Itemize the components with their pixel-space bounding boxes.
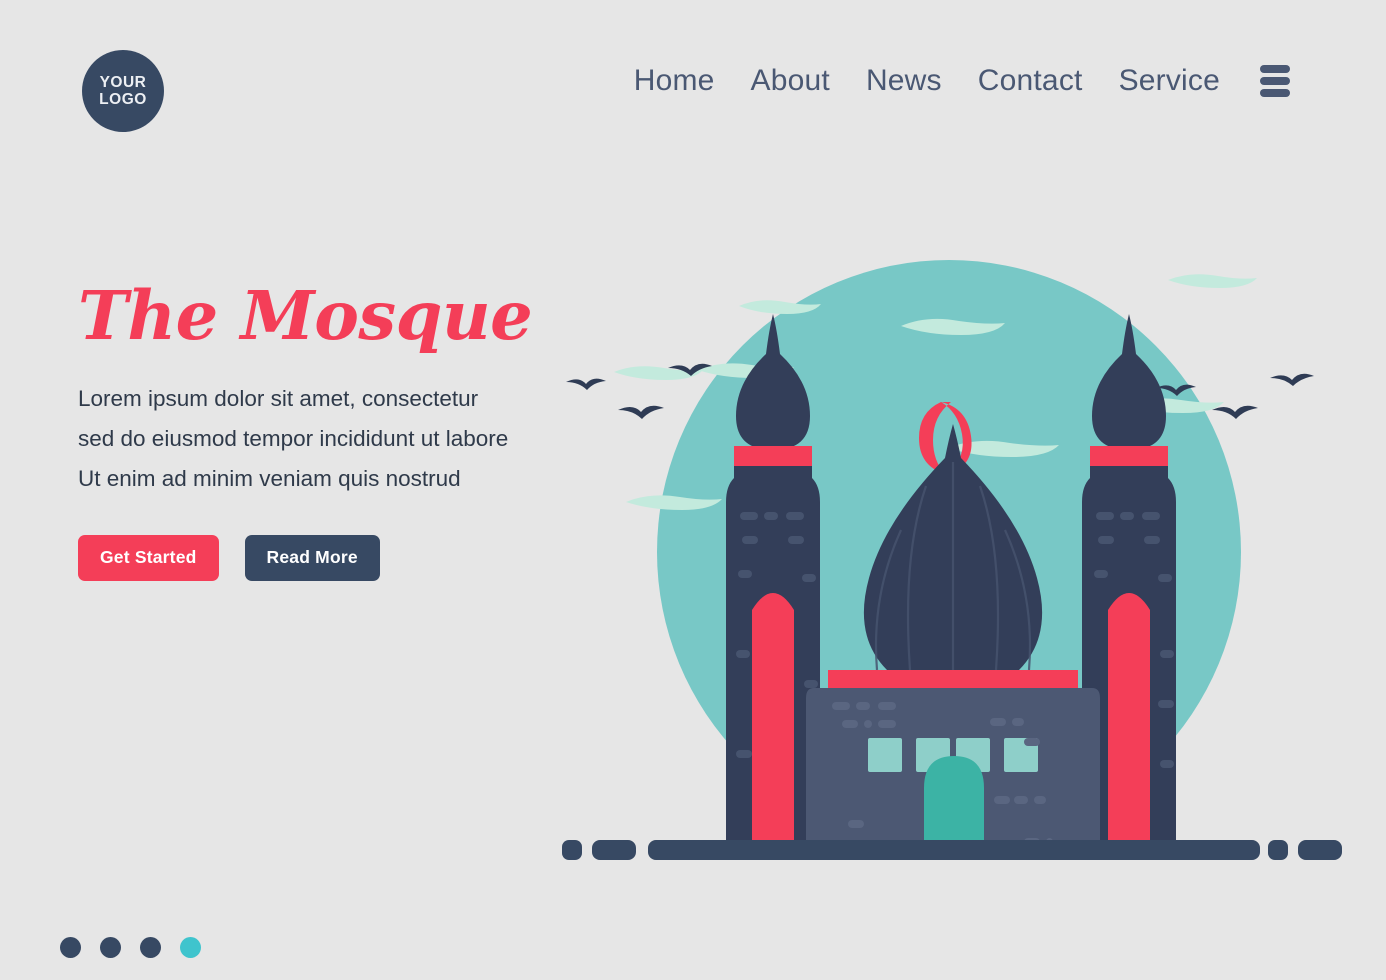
hero-description-line-1: Lorem ipsum dolor sit amet, consectetur [78,386,479,411]
site-header: YOUR LOGO Home About News Contact Servic… [0,0,1386,180]
mosque-building [806,670,1100,850]
hero-section: The Mosque Lorem ipsum dolor sit amet, c… [78,282,618,581]
hamburger-bar-3 [1260,89,1290,97]
ground-main-bar [648,840,1260,860]
read-more-button[interactable]: Read More [244,535,380,581]
left-minaret-arch [752,593,794,840]
mosque-illustration [556,230,1346,860]
left-minaret-band [734,446,812,466]
cloud-8 [1168,274,1257,288]
landing-page: YOUR LOGO Home About News Contact Servic… [0,0,1386,980]
bird-2 [618,405,664,419]
bird-6 [1270,373,1314,386]
nav-item-service[interactable]: Service [1119,64,1220,98]
ground-line [562,840,1342,860]
bird-1 [566,378,606,390]
pagination-dot-3[interactable] [140,937,161,958]
hero-description: Lorem ipsum dolor sit amet, consectetur … [78,379,618,499]
window-1 [868,738,902,772]
carousel-pagination [60,937,201,958]
logo-line-2: LOGO [99,91,147,108]
ground-dot-right [1268,840,1288,860]
building-top-band [828,670,1078,688]
nav-item-about[interactable]: About [751,64,830,98]
ground-dash-left [592,840,636,860]
left-minaret [726,314,820,840]
ground-dash-right [1298,840,1342,860]
pagination-dot-1[interactable] [60,937,81,958]
right-minaret-arch [1108,593,1150,840]
get-started-button[interactable]: Get Started [78,535,219,581]
arched-door [924,756,984,850]
right-minaret-band [1090,446,1168,466]
main-navigation: Home About News Contact Service [634,64,1290,98]
ground-dot-left [562,840,582,860]
hamburger-bar-2 [1260,77,1290,85]
logo-line-1: YOUR [99,73,147,91]
nav-item-news[interactable]: News [866,64,942,98]
hamburger-bar-1 [1260,65,1290,73]
logo[interactable]: YOUR LOGO [82,50,164,132]
hero-description-line-3: Ut enim ad minim veniam quis nostrud [78,466,461,491]
bird-5 [1212,405,1258,419]
hamburger-menu-icon[interactable] [1260,64,1290,98]
pagination-dot-4[interactable] [180,937,201,958]
nav-item-contact[interactable]: Contact [978,64,1083,98]
hero-description-line-2: sed do eiusmod tempor incididunt ut labo… [78,426,509,451]
hero-actions: Get Started Read More [78,535,618,581]
pagination-dot-2[interactable] [100,937,121,958]
page-title: The Mosque [78,276,533,355]
nav-item-home[interactable]: Home [634,64,715,98]
